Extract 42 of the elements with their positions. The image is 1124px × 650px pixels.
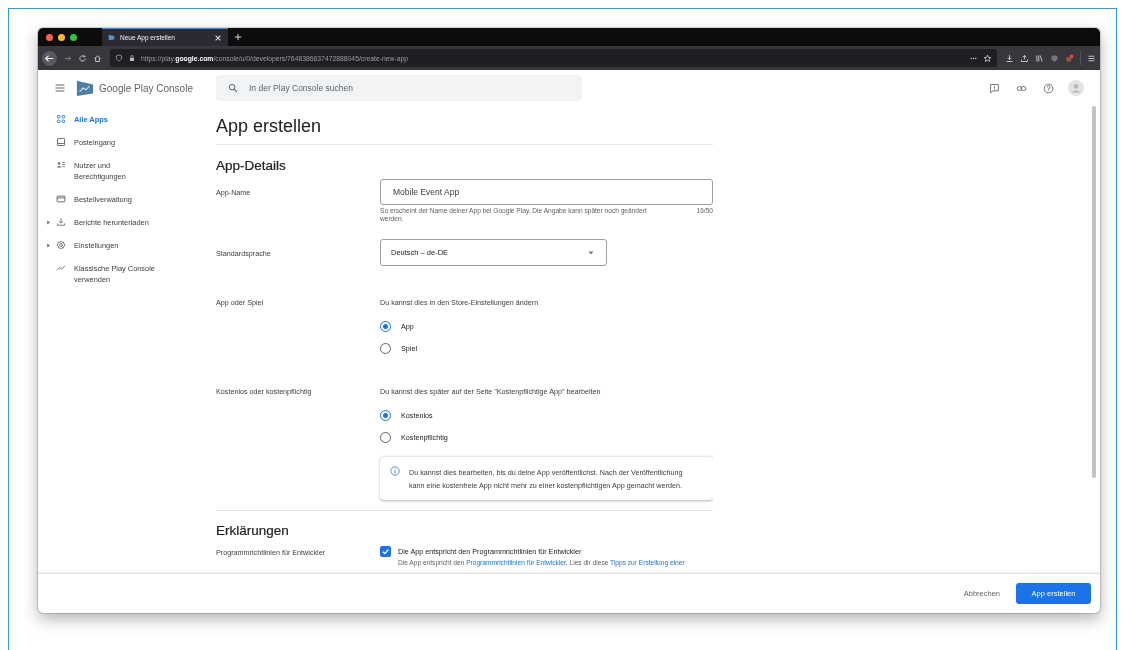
- scrollbar[interactable]: [1092, 106, 1096, 478]
- feedback-icon[interactable]: [989, 82, 1000, 94]
- people-list-icon: [56, 160, 66, 170]
- extension-badge-icon[interactable]: [1065, 53, 1074, 63]
- apps-grid-icon: [56, 114, 66, 124]
- section-heading: Erklärungen: [216, 523, 290, 538]
- page-title: App erstellen: [216, 116, 323, 138]
- search-field[interactable]: In der Play Console suchen: [216, 75, 582, 101]
- checkbox[interactable]: [380, 546, 391, 557]
- brand-name: Google Play Console: [99, 82, 193, 94]
- library-icon[interactable]: [1035, 53, 1044, 63]
- info-icon: [390, 466, 400, 476]
- maximize-window-icon[interactable]: [70, 33, 77, 41]
- play-console-logo-icon: [76, 79, 94, 97]
- section-heading: App-Details: [216, 158, 287, 173]
- menu-icon[interactable]: [1087, 53, 1096, 63]
- help-icon[interactable]: [1043, 82, 1054, 94]
- dropdown-arrow-icon: [588, 250, 594, 255]
- back-icon[interactable]: [42, 50, 57, 66]
- reload-icon[interactable]: [78, 53, 87, 63]
- shield-extension-icon[interactable]: [1050, 53, 1059, 63]
- download-icon[interactable]: [1005, 53, 1014, 63]
- shield-icon: [115, 54, 123, 62]
- download-icon: [56, 217, 66, 227]
- lock-icon: [128, 54, 136, 62]
- forward-icon[interactable]: [63, 53, 72, 63]
- caret-icon[interactable]: [46, 220, 51, 225]
- search-icon: [228, 83, 238, 93]
- home-icon[interactable]: [93, 53, 102, 63]
- close-window-icon[interactable]: [46, 33, 53, 41]
- new-tab-icon[interactable]: [234, 33, 242, 41]
- trend-line-icon: [56, 263, 66, 273]
- caret-icon[interactable]: [46, 243, 51, 248]
- play-console-favicon-icon: [108, 34, 115, 41]
- star-icon[interactable]: [983, 53, 992, 63]
- upload-tray-icon[interactable]: [1020, 53, 1029, 63]
- close-tab-icon[interactable]: [214, 33, 222, 42]
- gear-icon: [56, 240, 66, 250]
- inbox-icon: [56, 137, 66, 147]
- credit-card-icon: [56, 194, 66, 204]
- app-name-field[interactable]: Mobile Event App: [380, 179, 713, 205]
- minimize-window-icon[interactable]: [58, 33, 65, 41]
